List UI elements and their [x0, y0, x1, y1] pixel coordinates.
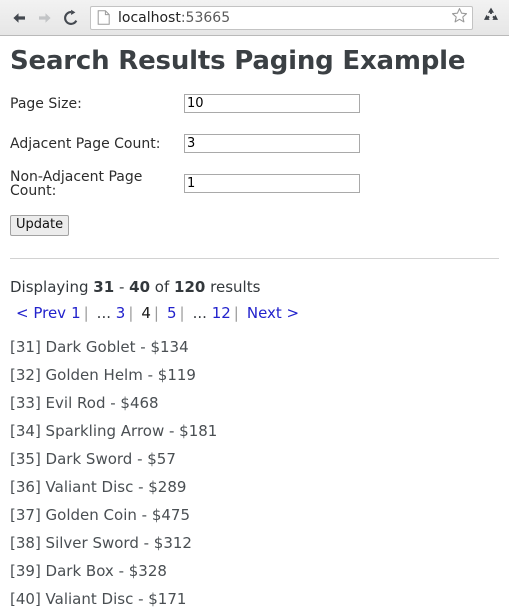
pager-separator: | — [233, 304, 239, 323]
update-button[interactable]: Update — [10, 214, 70, 237]
summary-to: 40 — [129, 278, 151, 297]
bookmark-button[interactable] — [448, 7, 470, 29]
results-summary: Displaying 31 - 40 of 120 results — [10, 278, 499, 296]
summary-total: 120 — [174, 278, 206, 297]
list-item: [33] Evil Rod - $468 — [10, 393, 159, 412]
adjacent-page-count-input[interactable] — [184, 134, 360, 154]
pagination: < Prev 1 |... 3 | 4 | 5 |... 12 | Next > — [10, 304, 499, 324]
adjacent-page-count-label: Adjacent Page Count: — [10, 135, 161, 152]
reload-icon — [62, 9, 80, 27]
non-adjacent-page-count-input[interactable] — [184, 174, 360, 194]
list-item: [37] Golden Coin - $475 — [10, 505, 190, 524]
list-item: [36] Valiant Disc - $289 — [10, 477, 187, 496]
pager-page-1[interactable]: 1 — [71, 304, 81, 322]
paging-settings-form: Page Size: Adjacent Page Count: Non-Adja… — [10, 93, 499, 237]
pager-next-link[interactable]: Next > — [247, 304, 299, 322]
pager-ellipsis-right: ... — [192, 304, 207, 323]
reload-button[interactable] — [58, 5, 84, 31]
page-document-icon — [97, 10, 111, 25]
pager-separator: | — [153, 304, 159, 323]
pager-separator: | — [128, 304, 134, 323]
form-row-page-size: Page Size: — [10, 93, 499, 115]
pager-page-3[interactable]: 3 — [116, 304, 126, 322]
list-item: [32] Golden Helm - $119 — [10, 365, 196, 384]
non-adjacent-page-count-label: Non-Adjacent Page Count: — [10, 168, 143, 199]
pager-page-4-current: 4 — [141, 304, 151, 323]
pager-prev-link[interactable]: < Prev — [16, 304, 66, 322]
address-bar[interactable]: localhost:53665 — [90, 5, 473, 30]
recycle-icon — [481, 5, 501, 30]
page-size-label: Page Size: — [10, 95, 82, 112]
form-row-adjacent-page-count: Adjacent Page Count: — [10, 133, 499, 155]
summary-dash: - — [118, 278, 125, 297]
forward-arrow-icon — [36, 10, 54, 26]
extension-button[interactable] — [479, 5, 503, 31]
pager-ellipsis-left: ... — [96, 304, 111, 323]
list-item: [35] Dark Sword - $57 — [10, 449, 176, 468]
url-host: localhost — [118, 9, 181, 26]
list-item: [40] Valiant Disc - $171 — [10, 589, 187, 608]
pager-separator: | — [83, 304, 89, 323]
back-arrow-icon — [10, 10, 28, 26]
list-item: [34] Sparkling Arrow - $181 — [10, 421, 218, 440]
url-port: :53665 — [180, 9, 231, 26]
page-title: Search Results Paging Example — [10, 46, 466, 76]
summary-middle: of — [154, 278, 170, 297]
page-content: Search Results Paging Example Page Size:… — [0, 46, 509, 608]
page-size-input[interactable] — [184, 94, 360, 114]
form-row-non-adjacent-page-count: Non-Adjacent Page Count: — [10, 168, 499, 199]
list-item: [38] Silver Sword - $312 — [10, 533, 192, 552]
pager-separator: | — [179, 304, 185, 323]
forward-button[interactable] — [32, 5, 58, 31]
summary-suffix: results — [210, 278, 261, 297]
star-icon — [451, 7, 468, 29]
browser-toolbar: localhost:53665 — [0, 0, 509, 36]
results-list: [31] Dark Goblet - $134 [32] Golden Helm… — [10, 337, 499, 608]
pager-page-5[interactable]: 5 — [167, 304, 177, 322]
list-item: [31] Dark Goblet - $134 — [10, 337, 189, 356]
url-text: localhost:53665 — [118, 11, 448, 25]
summary-from: 31 — [93, 278, 115, 297]
pager-page-12[interactable]: 12 — [212, 304, 231, 322]
summary-prefix: Displaying — [10, 278, 89, 297]
list-item: [39] Dark Box - $328 — [10, 561, 167, 580]
section-divider — [10, 258, 499, 260]
back-button[interactable] — [6, 5, 32, 31]
